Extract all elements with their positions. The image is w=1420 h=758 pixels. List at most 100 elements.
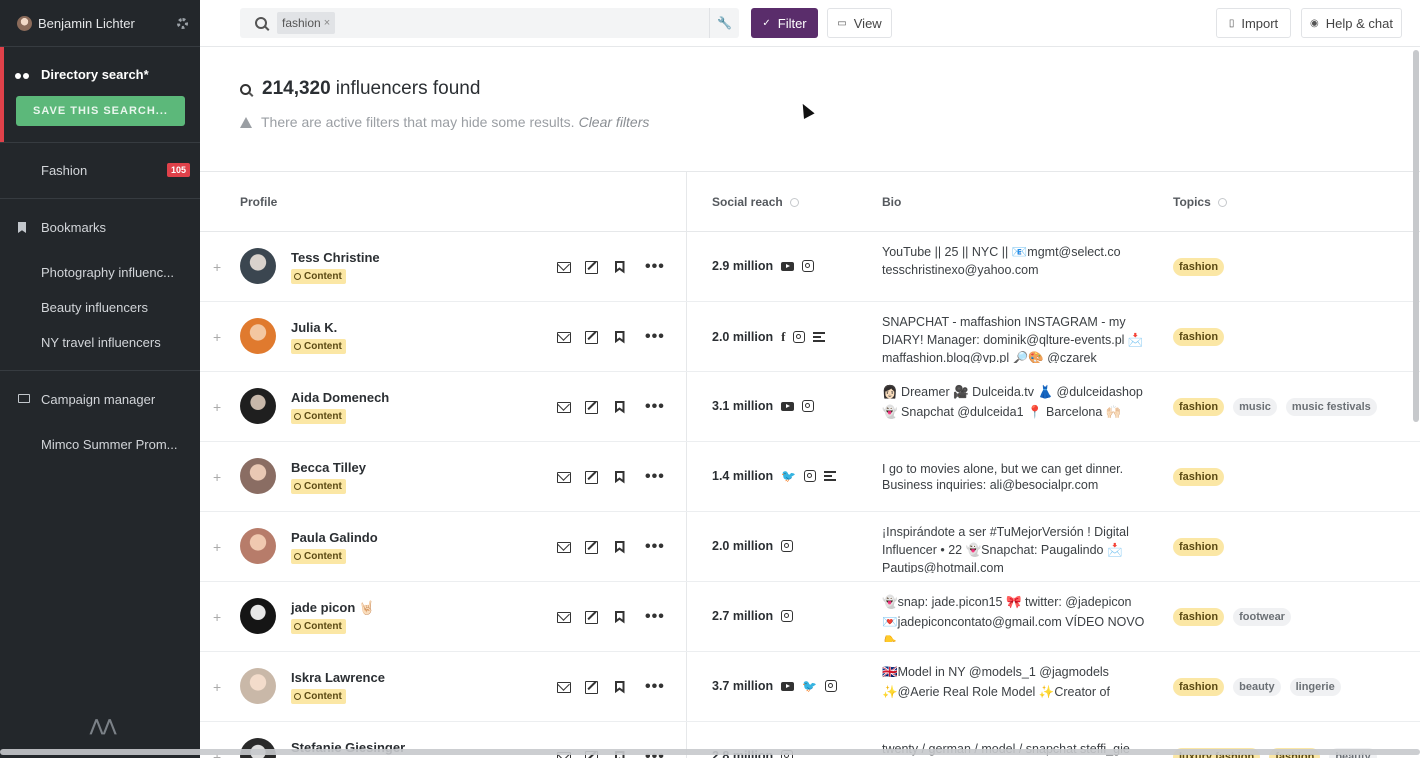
view-button[interactable]: ▭ View	[827, 8, 892, 38]
topic-tag[interactable]: footwear	[1233, 608, 1291, 626]
avatar[interactable]	[240, 388, 276, 424]
import-button[interactable]: ▯ Import	[1216, 8, 1291, 38]
topic-tag[interactable]: fashion	[1173, 328, 1225, 346]
email-button[interactable]	[556, 400, 571, 415]
avatar[interactable]	[240, 458, 276, 494]
instagram-icon	[804, 470, 817, 482]
user-menu[interactable]: Benjamin Lichter	[0, 0, 200, 47]
table-row[interactable]: + Iskra Lawrence Content ••• 3.7 million…	[200, 652, 1420, 722]
edit-button[interactable]	[584, 470, 599, 485]
search-icon	[240, 83, 251, 95]
search-chip[interactable]: fashion ×	[277, 12, 336, 34]
avatar[interactable]	[240, 528, 276, 564]
profile-name[interactable]: Tess Christine	[291, 250, 380, 265]
more-options-icon[interactable]: •••	[645, 608, 665, 626]
sidebar-item-ny-travel[interactable]: NY travel influencers	[0, 325, 200, 360]
directory-search-title[interactable]: Directory search*	[15, 67, 185, 82]
bookmark-button[interactable]	[612, 610, 627, 625]
topic-tag[interactable]: beauty	[1233, 678, 1281, 696]
edit-button[interactable]	[584, 400, 599, 415]
bookmark-button[interactable]	[612, 680, 627, 695]
chip-remove-icon[interactable]: ×	[324, 17, 330, 29]
avatar[interactable]	[240, 248, 276, 284]
table-row[interactable]: + Julia K. Content ••• 2.0 million f SNAP…	[200, 302, 1420, 372]
sidebar-item-bookmarks[interactable]: Bookmarks	[0, 210, 200, 245]
content-badge-label: Content	[304, 621, 342, 632]
expand-row-icon[interactable]: +	[213, 329, 221, 345]
horizontal-scrollbar[interactable]	[0, 749, 1420, 755]
header-bio[interactable]: Bio	[882, 195, 901, 209]
wrench-icon[interactable]: 🔧	[709, 8, 739, 38]
vertical-scrollbar[interactable]	[1413, 50, 1419, 422]
more-options-icon[interactable]: •••	[645, 398, 665, 416]
profile-name[interactable]: Iskra Lawrence	[291, 670, 385, 685]
profile-name[interactable]: jade picon 🤘🏻	[291, 600, 375, 616]
more-options-icon[interactable]: •••	[645, 678, 665, 696]
email-button[interactable]	[556, 260, 571, 275]
table-row[interactable]: + Tess Christine Content ••• 2.9 million…	[200, 232, 1420, 302]
edit-button[interactable]	[584, 330, 599, 345]
more-options-icon[interactable]: •••	[645, 538, 665, 556]
expand-row-icon[interactable]: +	[213, 399, 221, 415]
email-button[interactable]	[556, 680, 571, 695]
sidebar-item-campaign-manager[interactable]: Campaign manager	[0, 382, 200, 417]
more-options-icon[interactable]: •••	[645, 328, 665, 346]
topic-tag[interactable]: fashion	[1173, 608, 1225, 626]
table-row[interactable]: + Becca Tilley Content ••• 1.4 million 🐦 …	[200, 442, 1420, 512]
edit-button[interactable]	[584, 610, 599, 625]
more-options-icon[interactable]: •••	[645, 468, 665, 486]
avatar[interactable]	[240, 318, 276, 354]
info-icon[interactable]	[1217, 197, 1227, 207]
clear-filters-link[interactable]: Clear filters	[579, 114, 650, 130]
profile-name[interactable]: Becca Tilley	[291, 460, 366, 475]
sidebar-item-fashion[interactable]: Fashion 105	[0, 153, 200, 188]
bookmark-button[interactable]	[612, 330, 627, 345]
avatar[interactable]	[240, 598, 276, 634]
sidebar-item-beauty[interactable]: Beauty influencers	[0, 290, 200, 325]
edit-button[interactable]	[584, 540, 599, 555]
topic-tag[interactable]: music festivals	[1285, 398, 1377, 416]
expand-row-icon[interactable]: +	[213, 539, 221, 555]
bookmark-button[interactable]	[612, 470, 627, 485]
expand-row-icon[interactable]: +	[213, 679, 221, 695]
sidebar-item-photography[interactable]: Photography influenc...	[0, 255, 200, 290]
email-button[interactable]	[556, 610, 571, 625]
more-options-icon[interactable]: •••	[645, 258, 665, 276]
email-button[interactable]	[556, 540, 571, 555]
edit-button[interactable]	[584, 680, 599, 695]
table-row[interactable]: + Aida Domenech Content ••• 3.1 million …	[200, 372, 1420, 442]
expand-row-icon[interactable]: +	[213, 469, 221, 485]
email-button[interactable]	[556, 330, 571, 345]
topic-tag[interactable]: fashion	[1173, 678, 1225, 696]
edit-button[interactable]	[584, 260, 599, 275]
profile-name[interactable]: Aida Domenech	[291, 390, 389, 405]
info-icon[interactable]	[789, 197, 799, 207]
gear-icon[interactable]	[177, 17, 188, 29]
profile-name[interactable]: Julia K.	[291, 320, 337, 335]
table-row[interactable]: + Paula Galindo Content ••• 2.0 million …	[200, 512, 1420, 582]
profile-name[interactable]: Paula Galindo	[291, 530, 378, 545]
topic-tag[interactable]: fashion	[1173, 398, 1225, 416]
header-profile[interactable]: Profile	[240, 195, 277, 209]
table-row[interactable]: + jade picon 🤘🏻 Content ••• 2.7 million …	[200, 582, 1420, 652]
bookmark-button[interactable]	[612, 260, 627, 275]
topic-tag[interactable]: fashion	[1173, 468, 1225, 486]
expand-row-icon[interactable]: +	[213, 259, 221, 275]
topic-tag[interactable]: fashion	[1173, 258, 1225, 276]
topic-tag[interactable]: music	[1233, 398, 1277, 416]
avatar[interactable]	[240, 738, 276, 758]
email-button[interactable]	[556, 470, 571, 485]
expand-row-icon[interactable]: +	[213, 609, 221, 625]
filter-button[interactable]: ✓ Filter	[751, 8, 818, 38]
avatar[interactable]	[240, 668, 276, 704]
bookmark-button[interactable]	[612, 540, 627, 555]
topic-tag[interactable]: lingerie	[1289, 678, 1341, 696]
help-chat-button[interactable]: ◉ Help & chat	[1301, 8, 1402, 38]
sidebar-item-campaign[interactable]: Mimco Summer Prom...	[0, 427, 200, 462]
topic-tag[interactable]: fashion	[1173, 538, 1225, 556]
bookmark-button[interactable]	[612, 400, 627, 415]
header-social-reach[interactable]: Social reach	[712, 195, 799, 209]
search-input[interactable]: fashion × 🔧	[240, 8, 739, 38]
save-search-button[interactable]: SAVE THIS SEARCH...	[16, 96, 185, 126]
header-topics[interactable]: Topics	[1173, 195, 1227, 209]
